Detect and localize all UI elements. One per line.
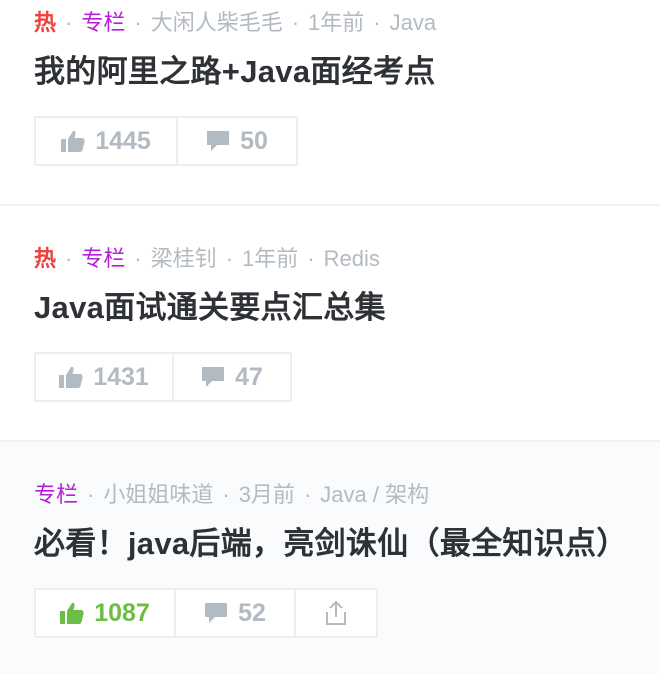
action-bar: 1445 50 (34, 116, 298, 166)
separator-dot: · (303, 482, 312, 507)
entry-title[interactable]: 我的阿里之路+Java面经考点 (34, 52, 436, 92)
separator-dot: · (222, 482, 230, 507)
post-time: 1年前 (242, 246, 299, 271)
entry-tags[interactable]: Redis (324, 244, 380, 274)
author-name[interactable]: 大闲人柴毛毛 (151, 8, 283, 38)
column-tag[interactable]: 专栏 (81, 244, 125, 274)
share-icon (324, 600, 348, 626)
like-button[interactable]: 1087 (36, 590, 176, 636)
hot-badge: 热 (34, 246, 57, 271)
thumbs-up-icon (60, 602, 84, 624)
like-button[interactable]: 1431 (36, 354, 174, 400)
post-time: 3月前 (238, 482, 295, 507)
separator-dot: · (134, 10, 142, 35)
action-bar: 1087 52 (34, 588, 378, 638)
separator-dot: · (134, 246, 142, 271)
author-name[interactable]: 梁桂钊 (151, 244, 217, 274)
comment-count: 52 (238, 599, 266, 627)
entry-title[interactable]: Java面试通关要点汇总集 (34, 288, 386, 328)
entry-meta: 热 · 专栏 · 大闲人柴毛毛 · 1年前 · Java (34, 8, 436, 38)
entry-meta: 专栏 · 小姐姐味道 · 3月前 · Java / 架构 (34, 480, 429, 510)
like-count: 1445 (95, 127, 151, 155)
hot-badge: 热 (34, 10, 57, 35)
comment-bubble-icon (206, 130, 230, 152)
column-tag[interactable]: 专栏 (34, 480, 78, 510)
article-entry[interactable]: 专栏 · 小姐姐味道 · 3月前 · Java / 架构 必看！java后端，亮剑诛仙（最全… (0, 442, 660, 674)
article-entry[interactable]: 热 · 专栏 · 大闲人柴毛毛 · 1年前 · Java 我的阿里之路+Java面经考点 144… (0, 0, 660, 206)
author-name[interactable]: 小姐姐味道 (103, 480, 213, 510)
comment-count: 47 (235, 363, 263, 391)
separator-dot: · (225, 246, 234, 271)
post-time: 1年前 (308, 10, 365, 35)
thumbs-up-icon (59, 366, 83, 388)
separator-dot: · (373, 10, 381, 35)
comment-button[interactable]: 52 (176, 590, 296, 636)
like-count: 1431 (93, 363, 149, 391)
separator-dot: · (65, 10, 73, 35)
action-bar: 1431 47 (34, 352, 292, 402)
thumbs-up-icon (61, 130, 85, 152)
entry-title[interactable]: 必看！java后端，亮剑诛仙（最全知识点） (34, 524, 628, 564)
entry-tags[interactable]: Java / 架构 (320, 480, 429, 510)
comment-count: 50 (240, 127, 268, 155)
separator-dot: · (291, 10, 300, 35)
entry-tags[interactable]: Java (390, 8, 436, 38)
separator-dot: · (87, 482, 95, 507)
separator-dot: · (307, 246, 315, 271)
comment-bubble-icon (201, 366, 225, 388)
entry-meta: 热 · 专栏 · 梁桂钊 · 1年前 · Redis (34, 244, 380, 274)
like-button[interactable]: 1445 (36, 118, 178, 164)
article-feed: 热 · 专栏 · 大闲人柴毛毛 · 1年前 · Java 我的阿里之路+Java面经考点 144… (0, 0, 660, 674)
separator-dot: · (65, 246, 73, 271)
like-count: 1087 (94, 599, 150, 627)
comment-bubble-icon (204, 602, 228, 624)
share-button[interactable] (296, 590, 376, 636)
comment-button[interactable]: 50 (178, 118, 296, 164)
article-entry[interactable]: 热 · 专栏 · 梁桂钊 · 1年前 · Redis Java面试通关要点汇总集 1431 47 (0, 206, 660, 442)
comment-button[interactable]: 47 (174, 354, 290, 400)
column-tag[interactable]: 专栏 (81, 8, 125, 38)
